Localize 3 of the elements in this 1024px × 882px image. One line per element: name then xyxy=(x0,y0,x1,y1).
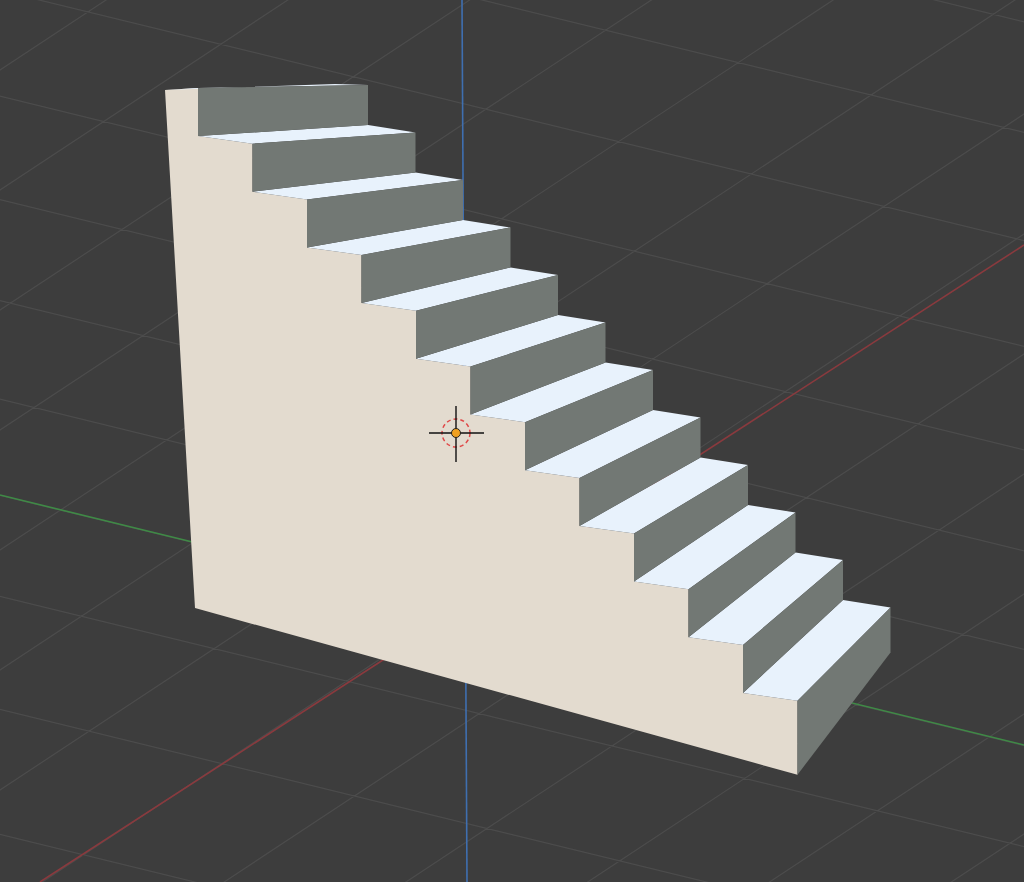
3d-viewport[interactable] xyxy=(0,0,1024,882)
3d-cursor-icon[interactable] xyxy=(428,405,485,463)
staircase-drawing[interactable] xyxy=(165,84,891,775)
